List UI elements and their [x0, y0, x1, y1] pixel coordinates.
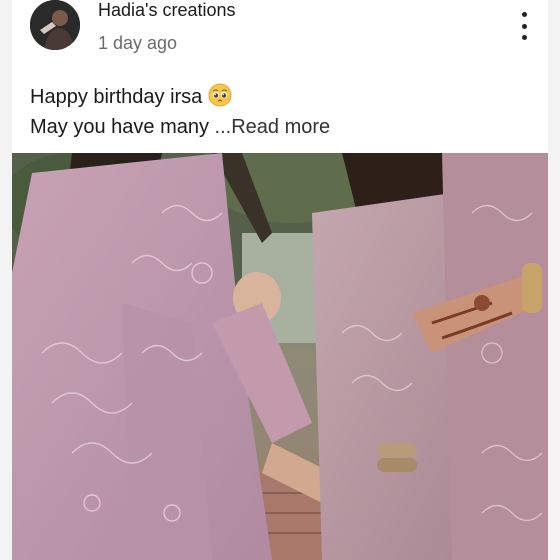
post-photo: [12, 153, 548, 560]
post-text-line-1-content: Happy birthday irsa: [30, 86, 203, 108]
post-text-line-2-content: May you have many: [30, 116, 209, 138]
channel-avatar[interactable]: [30, 0, 80, 50]
post-image[interactable]: [12, 153, 548, 560]
more-options-icon[interactable]: [514, 12, 534, 40]
post-text-line-1: Happy birthday irsa: [30, 82, 530, 112]
post-text-line-2: May you have many ...Read more: [30, 112, 530, 142]
pleading-face-emoji-icon: [208, 83, 232, 107]
post-timestamp: 1 day ago: [98, 33, 178, 53]
avatar-image: [30, 0, 80, 50]
channel-name[interactable]: Hadia's creations: [98, 0, 236, 21]
post-card: Hadia's creations 1 day ago Happy birthd…: [12, 0, 548, 560]
read-more-link[interactable]: ...Read more: [215, 116, 331, 138]
post-text: Happy birthday irsa May you have many ..…: [30, 82, 530, 142]
